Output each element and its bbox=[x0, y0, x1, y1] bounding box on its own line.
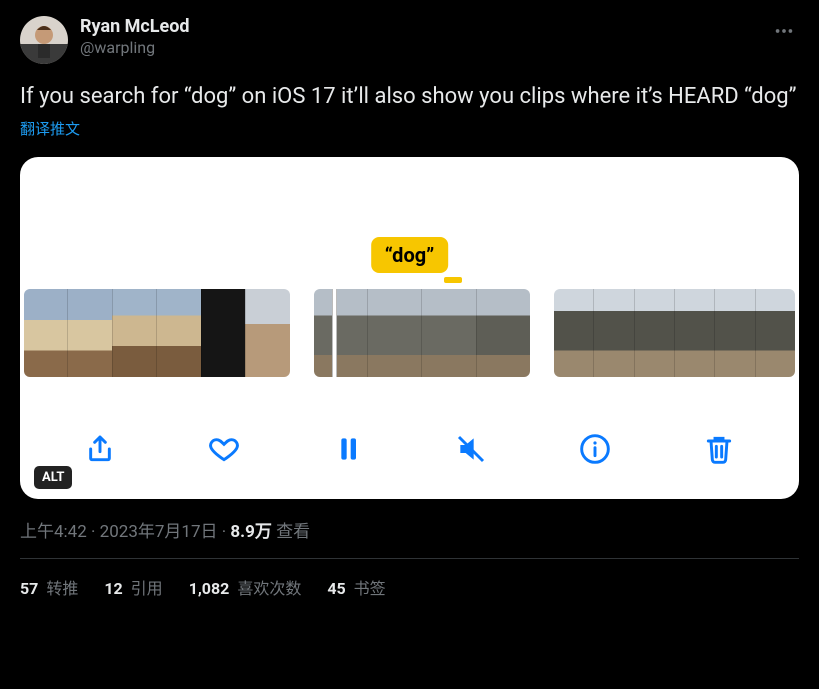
tweet-header: Ryan McLeod @warpling bbox=[20, 16, 799, 64]
video-frame bbox=[367, 289, 421, 377]
video-frame bbox=[634, 289, 674, 377]
video-frame bbox=[24, 289, 67, 377]
video-frame bbox=[593, 289, 633, 377]
video-frame bbox=[67, 289, 111, 377]
views-count: 8.9万 bbox=[230, 522, 271, 542]
share-icon[interactable] bbox=[82, 431, 118, 467]
video-frame bbox=[201, 289, 245, 377]
views-label: 查看 bbox=[272, 522, 310, 542]
bookmarks-stat[interactable]: 45 书签 bbox=[327, 575, 385, 599]
user-handle[interactable]: @warpling bbox=[80, 38, 757, 57]
retweets-stat[interactable]: 57 转推 bbox=[20, 575, 78, 599]
post-date[interactable]: 2023年7月17日 bbox=[100, 522, 218, 542]
post-time[interactable]: 上午4:42 bbox=[20, 522, 87, 542]
heart-icon[interactable] bbox=[206, 431, 242, 467]
more-icon[interactable] bbox=[769, 16, 799, 51]
quotes-stat[interactable]: 12 引用 bbox=[104, 575, 162, 599]
timestamp-line: 上午4:42 · 2023年7月17日 · 8.9万 查看 bbox=[20, 517, 799, 542]
video-frame bbox=[112, 289, 156, 377]
playhead-marker bbox=[444, 277, 462, 283]
media-controls bbox=[20, 431, 799, 467]
divider bbox=[20, 558, 799, 559]
engagement-stats: 57 转推 12 引用 1,082 喜欢次数 45 书签 bbox=[20, 575, 799, 599]
alt-badge[interactable]: ALT bbox=[34, 466, 72, 489]
trash-icon[interactable] bbox=[701, 431, 737, 467]
video-frame bbox=[421, 289, 475, 377]
video-frame bbox=[476, 289, 530, 377]
video-frame bbox=[314, 289, 367, 377]
avatar[interactable] bbox=[20, 16, 68, 64]
video-frame bbox=[245, 289, 289, 377]
mute-icon[interactable] bbox=[453, 431, 489, 467]
clip-group[interactable] bbox=[554, 289, 795, 377]
pause-icon[interactable] bbox=[330, 431, 366, 467]
transcript-caption-badge: “dog” bbox=[371, 237, 449, 273]
video-frame bbox=[554, 289, 593, 377]
tweet-container: Ryan McLeod @warpling If you search for … bbox=[0, 0, 819, 611]
video-frame bbox=[755, 289, 795, 377]
video-frame bbox=[714, 289, 754, 377]
video-timeline[interactable] bbox=[20, 289, 799, 377]
likes-stat[interactable]: 1,082 喜欢次数 bbox=[189, 575, 302, 599]
clip-group[interactable] bbox=[314, 289, 530, 377]
clip-group[interactable] bbox=[24, 289, 290, 377]
display-name[interactable]: Ryan McLeod bbox=[80, 16, 757, 38]
user-meta: Ryan McLeod @warpling bbox=[80, 16, 757, 57]
video-frame bbox=[156, 289, 200, 377]
tweet-text: If you search for “dog” on iOS 17 it’ll … bbox=[20, 82, 799, 112]
media-attachment[interactable]: “dog” bbox=[20, 157, 799, 499]
translate-link[interactable]: 翻译推文 bbox=[20, 118, 799, 139]
info-icon[interactable] bbox=[577, 431, 613, 467]
video-frame bbox=[674, 289, 714, 377]
playhead[interactable] bbox=[332, 289, 337, 377]
